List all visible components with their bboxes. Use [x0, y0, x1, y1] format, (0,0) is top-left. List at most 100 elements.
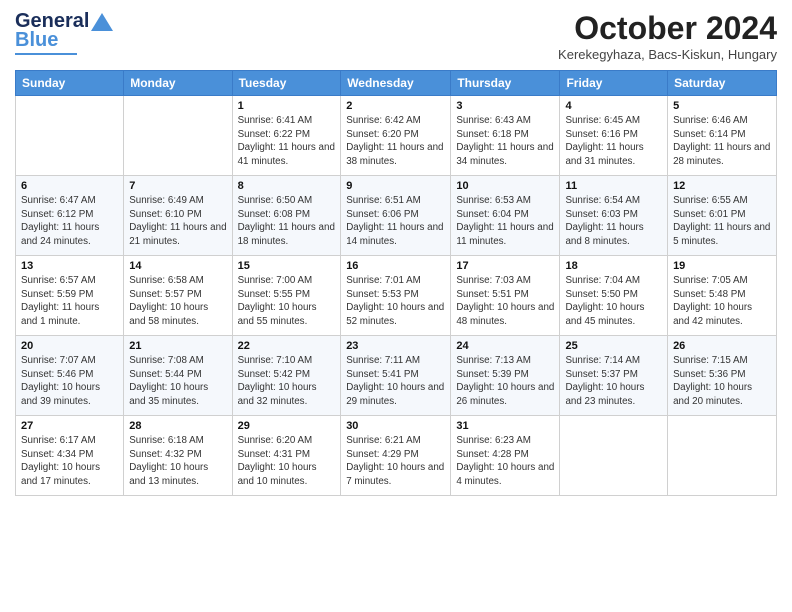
day-number: 17 [456, 260, 554, 272]
calendar-cell: 17 Sunrise: 7:03 AMSunset: 5:51 PMDayligh… [451, 256, 560, 336]
title-area: October 2024 Kerekegyhaza, Bacs-Kiskun, … [558, 10, 777, 62]
day-number: 6 [21, 180, 118, 192]
day-number: 28 [129, 420, 226, 432]
calendar-cell: 10Sunrise: 6:53 AMSunset: 6:04 PMDayligh… [451, 176, 560, 256]
day-number: 12 [673, 180, 771, 192]
calendar-cell: 1 Sunrise: 6:41 AMSunset: 6:22 PMDaylight… [232, 96, 341, 176]
day-number: 25 [565, 340, 662, 352]
logo-underline [15, 53, 77, 55]
calendar-cell: 3 Sunrise: 6:43 AMSunset: 6:18 PMDaylight… [451, 96, 560, 176]
day-number: 13 [21, 260, 118, 272]
calendar-cell [668, 416, 777, 496]
calendar-cell: 22 Sunrise: 7:10 AMSunset: 5:42 PMDayligh… [232, 336, 341, 416]
day-number: 31 [456, 420, 554, 432]
calendar-week-2: 13 Sunrise: 6:57 AMSunset: 5:59 PMDayligh… [16, 256, 777, 336]
day-number: 5 [673, 100, 771, 112]
calendar-cell: 9 Sunrise: 6:51 AMSunset: 6:06 PMDaylight… [341, 176, 451, 256]
calendar-cell: 26Sunrise: 7:15 AMSunset: 5:36 PMDayligh… [668, 336, 777, 416]
day-info: Sunrise: 6:54 AMSunset: 6:03 PMDaylight:… [565, 194, 662, 249]
day-info: Sunrise: 7:03 AMSunset: 5:51 PMDaylight:… [456, 274, 554, 329]
day-info: Sunrise: 7:04 AMSunset: 5:50 PMDaylight:… [565, 274, 662, 329]
day-number: 15 [238, 260, 336, 272]
day-info: Sunrise: 7:05 AMSunset: 5:48 PMDaylight:… [673, 274, 771, 329]
day-info: Sunrise: 6:53 AMSunset: 6:04 PMDaylight:… [456, 194, 554, 249]
day-info: Sunrise: 6:47 AMSunset: 6:12 PMDaylight:… [21, 194, 118, 249]
calendar-cell: 23 Sunrise: 7:11 AMSunset: 5:41 PMDayligh… [341, 336, 451, 416]
day-number: 21 [129, 340, 226, 352]
day-info: Sunrise: 6:43 AMSunset: 6:18 PMDaylight:… [456, 114, 554, 169]
day-info: Sunrise: 6:42 AMSunset: 6:20 PMDaylight:… [346, 114, 445, 169]
day-number: 18 [565, 260, 662, 272]
day-info: Sunrise: 6:57 AMSunset: 5:59 PMDaylight:… [21, 274, 118, 329]
calendar-cell: 15 Sunrise: 7:00 AMSunset: 5:55 PMDayligh… [232, 256, 341, 336]
day-info: Sunrise: 6:17 AMSunset: 4:34 PMDaylight:… [21, 434, 118, 489]
day-info: Sunrise: 7:00 AMSunset: 5:55 PMDaylight:… [238, 274, 336, 329]
calendar-cell: 2Sunrise: 6:42 AMSunset: 6:20 PMDaylight… [341, 96, 451, 176]
day-number: 3 [456, 100, 554, 112]
location: Kerekegyhaza, Bacs-Kiskun, Hungary [558, 47, 777, 62]
day-number: 16 [346, 260, 445, 272]
day-info: Sunrise: 6:21 AMSunset: 4:29 PMDaylight:… [346, 434, 445, 489]
day-info: Sunrise: 7:08 AMSunset: 5:44 PMDaylight:… [129, 354, 226, 409]
day-number: 24 [456, 340, 554, 352]
day-number: 11 [565, 180, 662, 192]
calendar-table: SundayMondayTuesdayWednesdayThursdayFrid… [15, 70, 777, 496]
day-info: Sunrise: 6:51 AMSunset: 6:06 PMDaylight:… [346, 194, 445, 249]
calendar-cell: 6 Sunrise: 6:47 AMSunset: 6:12 PMDaylight… [16, 176, 124, 256]
day-number: 27 [21, 420, 118, 432]
day-number: 22 [238, 340, 336, 352]
calendar-week-1: 6 Sunrise: 6:47 AMSunset: 6:12 PMDaylight… [16, 176, 777, 256]
calendar-cell [16, 96, 124, 176]
day-info: Sunrise: 7:13 AMSunset: 5:39 PMDaylight:… [456, 354, 554, 409]
day-info: Sunrise: 6:58 AMSunset: 5:57 PMDaylight:… [129, 274, 226, 329]
day-number: 9 [346, 180, 445, 192]
calendar-cell: 7Sunrise: 6:49 AMSunset: 6:10 PMDaylight… [124, 176, 232, 256]
calendar-cell: 31 Sunrise: 6:23 AMSunset: 4:28 PMDayligh… [451, 416, 560, 496]
logo: General Blue [15, 10, 113, 55]
day-info: Sunrise: 7:14 AMSunset: 5:37 PMDaylight:… [565, 354, 662, 409]
month-title: October 2024 [558, 10, 777, 47]
calendar-week-3: 20 Sunrise: 7:07 AMSunset: 5:46 PMDayligh… [16, 336, 777, 416]
day-info: Sunrise: 6:23 AMSunset: 4:28 PMDaylight:… [456, 434, 554, 489]
calendar-cell: 29Sunrise: 6:20 AMSunset: 4:31 PMDayligh… [232, 416, 341, 496]
day-number: 1 [238, 100, 336, 112]
day-number: 14 [129, 260, 226, 272]
calendar-header-row: SundayMondayTuesdayWednesdayThursdayFrid… [16, 71, 777, 96]
calendar-cell: 13 Sunrise: 6:57 AMSunset: 5:59 PMDayligh… [16, 256, 124, 336]
day-info: Sunrise: 6:20 AMSunset: 4:31 PMDaylight:… [238, 434, 336, 489]
calendar-cell: 8Sunrise: 6:50 AMSunset: 6:08 PMDaylight… [232, 176, 341, 256]
calendar-cell: 21 Sunrise: 7:08 AMSunset: 5:44 PMDayligh… [124, 336, 232, 416]
day-info: Sunrise: 7:01 AMSunset: 5:53 PMDaylight:… [346, 274, 445, 329]
calendar-cell: 12 Sunrise: 6:55 AMSunset: 6:01 PMDayligh… [668, 176, 777, 256]
day-info: Sunrise: 6:55 AMSunset: 6:01 PMDaylight:… [673, 194, 771, 249]
day-info: Sunrise: 6:49 AMSunset: 6:10 PMDaylight:… [129, 194, 226, 249]
day-info: Sunrise: 6:41 AMSunset: 6:22 PMDaylight:… [238, 114, 336, 169]
day-number: 8 [238, 180, 336, 192]
day-number: 19 [673, 260, 771, 272]
day-info: Sunrise: 7:07 AMSunset: 5:46 PMDaylight:… [21, 354, 118, 409]
day-info: Sunrise: 7:11 AMSunset: 5:41 PMDaylight:… [346, 354, 445, 409]
day-number: 20 [21, 340, 118, 352]
day-number: 26 [673, 340, 771, 352]
calendar-cell: 4 Sunrise: 6:45 AMSunset: 6:16 PMDaylight… [560, 96, 668, 176]
col-header-wednesday: Wednesday [341, 71, 451, 96]
col-header-tuesday: Tuesday [232, 71, 341, 96]
col-header-thursday: Thursday [451, 71, 560, 96]
calendar-cell: 18 Sunrise: 7:04 AMSunset: 5:50 PMDayligh… [560, 256, 668, 336]
calendar-cell [560, 416, 668, 496]
header: General Blue October 2024 Kerekegyhaza, … [15, 10, 777, 62]
logo-icon [91, 13, 113, 31]
calendar-cell: 28Sunrise: 6:18 AMSunset: 4:32 PMDayligh… [124, 416, 232, 496]
col-header-saturday: Saturday [668, 71, 777, 96]
calendar-cell: 25 Sunrise: 7:14 AMSunset: 5:37 PMDayligh… [560, 336, 668, 416]
day-number: 23 [346, 340, 445, 352]
day-info: Sunrise: 7:10 AMSunset: 5:42 PMDaylight:… [238, 354, 336, 409]
day-number: 4 [565, 100, 662, 112]
calendar-cell: 5 Sunrise: 6:46 AMSunset: 6:14 PMDaylight… [668, 96, 777, 176]
page: General Blue October 2024 Kerekegyhaza, … [0, 0, 792, 612]
col-header-friday: Friday [560, 71, 668, 96]
day-info: Sunrise: 6:45 AMSunset: 6:16 PMDaylight:… [565, 114, 662, 169]
calendar-cell: 20 Sunrise: 7:07 AMSunset: 5:46 PMDayligh… [16, 336, 124, 416]
day-info: Sunrise: 6:46 AMSunset: 6:14 PMDaylight:… [673, 114, 771, 169]
calendar-cell [124, 96, 232, 176]
